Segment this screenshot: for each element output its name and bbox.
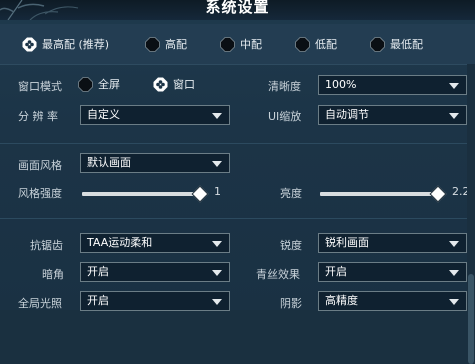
scrollbar[interactable]: [467, 64, 475, 364]
vignette-select[interactable]: 开启: [80, 262, 230, 282]
unselected-radio-icon: [145, 36, 160, 52]
unselected-radio-icon: [220, 36, 235, 52]
vignette-value: 开启: [87, 265, 109, 278]
preset-label: 低配: [315, 38, 337, 51]
quality-section: 抗锯齿 TAA运动柔和 锐度 锐利画面 暗角 开启 青丝效果 开启 全局光照 开…: [0, 219, 475, 311]
chevron-down-icon: [212, 161, 222, 167]
scrollbar-thumb[interactable]: [468, 274, 474, 364]
vignette-label: 暗角: [42, 268, 64, 281]
clarity-select[interactable]: 100%: [318, 75, 467, 95]
style-label: 画面风格: [18, 159, 62, 172]
shadow-label: 阴影: [280, 297, 302, 310]
settings-window: 系统设置 最高配 (推荐) 高配 中配 低配 最低配 窗口模式 全屏 窗口 清晰…: [0, 0, 475, 364]
intensity-value: 1: [214, 185, 221, 198]
unselected-radio-icon: [78, 76, 93, 92]
display-section: 窗口模式 全屏 窗口 清晰度 100% 分 辨 率 自定义 UI缩放 自动调节: [0, 65, 475, 144]
chevron-down-icon: [212, 299, 222, 305]
unselected-radio-icon: [370, 36, 385, 52]
sharpness-value: 锐利画面: [325, 236, 369, 249]
chevron-down-icon: [212, 113, 222, 119]
chevron-down-icon: [449, 299, 459, 305]
intensity-slider[interactable]: [82, 185, 209, 203]
clarity-value: 100%: [325, 78, 357, 91]
windowed-label: 窗口: [173, 78, 195, 91]
preset-high[interactable]: 高配: [145, 35, 187, 53]
fullscreen-radio[interactable]: 全屏: [78, 76, 120, 92]
ui-scale-label: UI缩放: [268, 110, 302, 123]
sharpness-select[interactable]: 锐利画面: [318, 233, 467, 253]
chevron-down-icon: [212, 241, 222, 247]
intensity-label: 风格强度: [18, 187, 62, 200]
window-title: 系统设置: [205, 0, 270, 16]
window-mode-label: 窗口模式: [18, 80, 62, 93]
windowed-radio[interactable]: 窗口: [153, 76, 195, 92]
aa-label: 抗锯齿: [30, 239, 63, 252]
brightness-slider[interactable]: [320, 185, 447, 203]
ui-scale-select[interactable]: 自动调节: [318, 105, 467, 125]
preset-low[interactable]: 低配: [295, 35, 337, 53]
hair-value: 开启: [325, 265, 347, 278]
gi-label: 全局光照: [18, 297, 62, 310]
selected-radio-icon: [22, 37, 37, 52]
slider-track: [320, 192, 438, 196]
style-select[interactable]: 默认画面: [80, 153, 230, 173]
quality-preset-group: 最高配 (推荐) 高配 中配 低配 最低配: [0, 24, 475, 65]
gi-value: 开启: [87, 294, 109, 307]
aa-value: TAA运动柔和: [87, 236, 153, 249]
style-value: 默认画面: [87, 156, 131, 169]
preset-label: 中配: [240, 38, 262, 51]
preset-label: 高配: [165, 38, 187, 51]
sharpness-label: 锐度: [280, 239, 302, 252]
preset-lowest[interactable]: 最低配: [370, 35, 423, 53]
chevron-down-icon: [449, 270, 459, 276]
unselected-radio-icon: [295, 36, 310, 52]
chevron-down-icon: [212, 270, 222, 276]
ui-scale-value: 自动调节: [325, 108, 369, 121]
preset-highest[interactable]: 最高配 (推荐): [22, 35, 109, 53]
slider-track: [82, 192, 200, 196]
fullscreen-label: 全屏: [98, 78, 120, 91]
resolution-label: 分 辨 率: [18, 110, 58, 123]
brightness-label: 亮度: [280, 187, 302, 200]
preset-label: 最高配 (推荐): [42, 38, 110, 51]
resolution-value: 自定义: [87, 108, 120, 121]
hair-select[interactable]: 开启: [318, 262, 467, 282]
selected-radio-icon: [153, 77, 168, 92]
chevron-down-icon: [449, 83, 459, 89]
slider-thumb[interactable]: [191, 185, 209, 203]
slider-thumb[interactable]: [429, 185, 447, 203]
style-section: 画面风格 默认画面 风格强度 1 亮度 2.2: [0, 144, 475, 219]
title-bar: 系统设置: [0, 0, 475, 20]
hair-label: 青丝效果: [256, 268, 300, 281]
shadow-value: 高精度: [325, 294, 358, 307]
chevron-down-icon: [449, 113, 459, 119]
shadow-select[interactable]: 高精度: [318, 291, 467, 311]
aa-select[interactable]: TAA运动柔和: [80, 233, 230, 253]
preset-medium[interactable]: 中配: [220, 35, 262, 53]
chevron-down-icon: [449, 241, 459, 247]
gi-select[interactable]: 开启: [80, 291, 230, 311]
resolution-select[interactable]: 自定义: [80, 105, 230, 125]
preset-label: 最低配: [390, 38, 423, 51]
clarity-label: 清晰度: [268, 80, 301, 93]
